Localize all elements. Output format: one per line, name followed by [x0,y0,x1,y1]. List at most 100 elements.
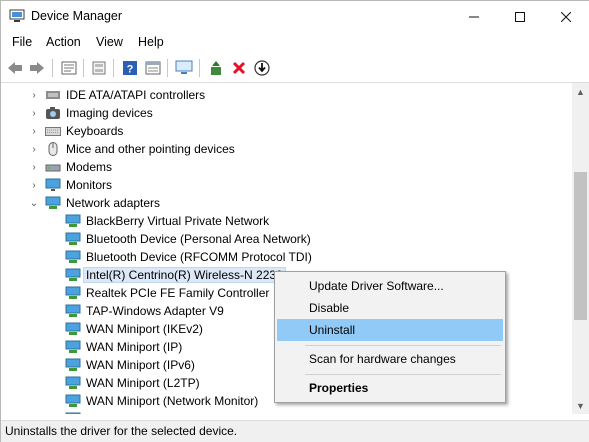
tree-category-row[interactable]: › IDE ATA/ATAPI controllers [29,86,205,104]
network-adapter-label: Bluetooth Device (Personal Area Network) [86,232,311,246]
menu-bar: File Action View Help [1,32,589,54]
properties-icon [61,61,77,75]
tree-category-label: Imaging devices [66,106,153,120]
menu-update-driver[interactable]: Update Driver Software... [277,275,503,297]
network-adapter-icon [65,394,81,407]
title-bar: Device Manager [1,1,589,32]
tree-category-row[interactable]: › Mice and other pointing devices [29,140,235,158]
toolbar-separator [52,59,53,77]
monitor-icon [175,60,193,74]
network-adapter-icon [65,268,81,281]
minimize-button[interactable] [451,1,497,32]
properties-button[interactable] [60,59,78,77]
menu-scan-hardware[interactable]: Scan for hardware changes [277,348,503,370]
network-adapter-label: BlackBerry Virtual Private Network [86,214,270,228]
chevron-right-icon[interactable]: › [29,140,39,158]
help-button[interactable]: ? [121,59,139,77]
forward-icon [30,62,44,74]
network-adapter-item[interactable]: Intel(R) Centrino(R) Wireless-N 2230 [65,266,286,284]
network-adapter-icon [65,376,81,389]
back-button[interactable] [6,59,24,77]
chevron-right-icon[interactable]: › [29,158,39,176]
monitor-icon [45,178,61,191]
network-adapter-item[interactable]: WAN Miniport (Network Monitor) [65,392,258,410]
menu-file[interactable]: File [12,35,32,49]
menu-properties[interactable]: Properties [277,377,503,399]
forward-button[interactable] [28,59,46,77]
menu-action[interactable]: Action [46,35,81,49]
network-adapter-item[interactable]: WAN Miniport (PPPOE) [65,410,212,414]
view-icon [145,61,161,75]
minimize-icon [469,16,479,17]
svg-text:?: ? [127,64,134,76]
tree-category-row[interactable]: › Keyboards [29,122,123,140]
network-adapter-icon [65,286,81,299]
menu-uninstall[interactable]: Uninstall [277,319,503,341]
vertical-scrollbar[interactable]: ▲ ▼ [572,83,589,414]
menu-help[interactable]: Help [138,35,164,49]
scroll-down-arrow-icon[interactable]: ▼ [572,397,589,414]
network-adapter-icon [65,232,81,245]
network-adapter-icon [65,340,81,353]
scrollbar-thumb[interactable] [574,172,587,320]
toolbar-separator [113,59,114,77]
tree-category-label: Monitors [66,178,113,192]
chevron-right-icon[interactable]: › [29,176,39,194]
tree-category-label: Mice and other pointing devices [66,142,235,156]
context-menu: Update Driver Software... Disable Uninst… [274,271,506,403]
modem-icon [45,164,61,172]
toolbar-separator [167,59,168,77]
network-adapter-label: WAN Miniport (PPPOE) [86,412,212,414]
disable-device-button[interactable] [253,59,271,77]
network-adapter-label: TAP-Windows Adapter V9 [86,304,224,318]
close-icon [561,11,571,22]
network-adapter-label: WAN Miniport (Network Monitor) [86,394,259,408]
network-adapter-label: WAN Miniport (L2TP) [86,376,200,390]
network-adapter-item[interactable]: Bluetooth Device (RFCOMM Protocol TDI) [65,248,312,266]
network-adapter-item[interactable]: BlackBerry Virtual Private Network [65,212,269,230]
toolbar: ? [1,54,589,83]
chevron-down-icon[interactable]: ⌄ [29,194,39,212]
tree-category-row[interactable]: › Monitors [29,176,112,194]
tree-category-label: Network adapters [66,196,161,210]
network-adapter-item[interactable]: WAN Miniport (L2TP) [65,374,200,392]
network-adapter-item[interactable]: Realtek PCIe FE Family Controller [65,284,269,302]
menu-separator [305,345,501,346]
help-icon: ? [123,61,137,76]
chevron-right-icon[interactable]: › [29,86,39,104]
view-button[interactable] [144,59,162,77]
uninstall-toolbar-button[interactable] [230,59,248,77]
maximize-button[interactable] [497,1,543,32]
tree-category-row[interactable]: › Imaging devices [29,104,153,122]
device-manager-window: Device Manager File Action View Help ? ›… [0,0,589,442]
tree-category-row[interactable]: › Modems [29,158,112,176]
network-adapter-item[interactable]: WAN Miniport (IP) [65,338,182,356]
scroll-up-arrow-icon[interactable]: ▲ [572,83,589,100]
network-adapter-item[interactable]: WAN Miniport (IKEv2) [65,320,203,338]
network-adapter-item[interactable]: TAP-Windows Adapter V9 [65,302,224,320]
network-adapter-icon [65,250,81,263]
network-adapter-icon [65,412,81,414]
network-adapter-item[interactable]: WAN Miniport (IPv6) [65,356,195,374]
network-adapter-item[interactable]: Bluetooth Device (Personal Area Network) [65,230,311,248]
status-text: Uninstalls the driver for the selected d… [5,424,238,438]
scan-button[interactable] [175,59,193,77]
chevron-right-icon[interactable]: › [29,122,39,140]
menu-disable[interactable]: Disable [277,297,503,319]
tree-category-row[interactable]: ⌄ Network adapters [29,194,160,212]
mouse-icon [48,142,58,156]
device-manager-app-icon [9,9,25,22]
network-adapter-label: WAN Miniport (IP) [86,340,183,354]
toolbar-separator [83,59,84,77]
menu-view[interactable]: View [96,35,123,49]
show-hidden-button[interactable] [90,59,108,77]
update-driver-button[interactable] [207,59,225,77]
close-button[interactable] [543,1,589,32]
chevron-right-icon[interactable]: › [29,104,39,122]
ide-controller-icon [46,91,60,99]
network-adapter-icon [65,214,81,227]
keyboard-icon [45,127,61,136]
toolbar-separator [199,59,200,77]
tree-category-label: Modems [66,160,113,174]
uninstall-x-icon [232,61,246,75]
